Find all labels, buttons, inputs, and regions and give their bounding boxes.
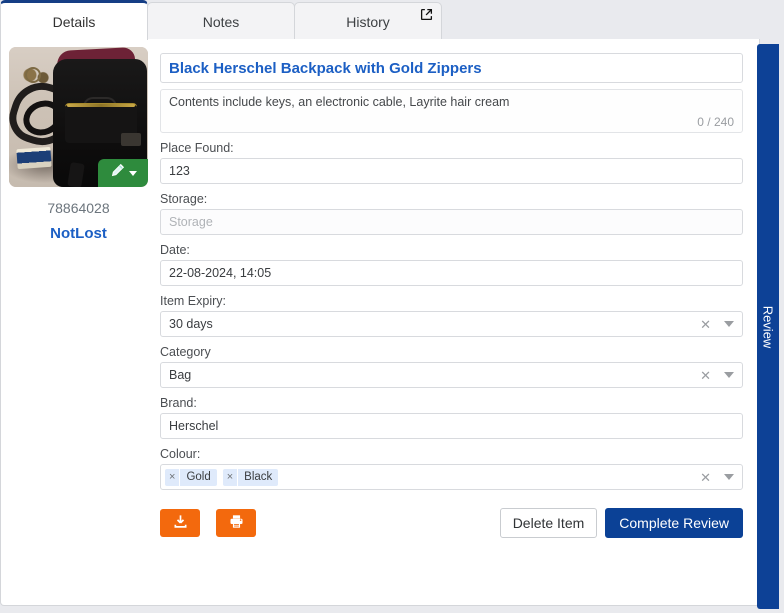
- chevron-down-icon[interactable]: [128, 170, 137, 176]
- storage-placeholder: Storage: [169, 215, 213, 229]
- backpack-zipper: [67, 104, 135, 107]
- item-description-text: Contents include keys, an electronic cab…: [169, 95, 510, 109]
- item-expiry-controls: ✕: [700, 318, 734, 331]
- item-id: 78864028: [47, 200, 110, 216]
- pencil-icon: [110, 163, 125, 183]
- storage-input[interactable]: Storage: [160, 209, 743, 235]
- key-ring-object: [25, 67, 41, 83]
- brand-label: Brand:: [160, 396, 197, 410]
- place-found-input[interactable]: 123: [160, 158, 743, 184]
- chevron-down-icon[interactable]: [724, 321, 734, 327]
- date-label: Date:: [160, 243, 190, 257]
- item-title-input[interactable]: [160, 53, 743, 83]
- tab-notes-label: Notes: [202, 13, 240, 30]
- tab-details-label: Details: [52, 13, 96, 30]
- complete-review-button[interactable]: Complete Review: [605, 508, 743, 538]
- hair-cream-tin-object: [16, 146, 52, 170]
- clear-icon[interactable]: ✕: [700, 471, 711, 484]
- date-value: 22-08-2024, 14:05: [169, 266, 272, 280]
- category-select[interactable]: Bag ✕: [160, 362, 743, 388]
- date-input[interactable]: 22-08-2024, 14:05: [160, 260, 743, 286]
- item-details-page: Details Notes History 78864028 NotLost B…: [0, 0, 784, 613]
- chevron-down-icon[interactable]: [724, 474, 734, 480]
- clear-icon[interactable]: ✕: [700, 318, 711, 331]
- place-found-label: Place Found:: [160, 141, 234, 155]
- brand-value: Herschel: [169, 419, 219, 433]
- download-button[interactable]: [160, 509, 200, 537]
- item-expiry-select[interactable]: 30 days ✕: [160, 311, 743, 337]
- category-value: Bag: [169, 368, 192, 382]
- status-badge: NotLost: [50, 225, 107, 242]
- category-label: Category: [160, 345, 211, 359]
- description-char-counter: 0 / 240: [697, 115, 734, 129]
- form-actions: Delete Item Complete Review: [160, 508, 743, 538]
- edit-photo-button[interactable]: [98, 159, 148, 187]
- item-description-box[interactable]: Contents include keys, an electronic cab…: [160, 89, 743, 133]
- chip-remove-icon[interactable]: ×: [223, 468, 239, 486]
- colour-multiselect[interactable]: × Gold × Black ✕: [160, 464, 743, 490]
- chevron-down-icon[interactable]: [724, 372, 734, 378]
- download-icon: [173, 514, 188, 532]
- tab-bar: Details Notes History: [0, 0, 760, 40]
- backpack-brand-tag: [121, 133, 141, 146]
- colour-chip[interactable]: × Black: [222, 468, 279, 486]
- storage-label: Storage:: [160, 192, 208, 206]
- colour-chip-label: Gold: [186, 471, 211, 483]
- colour-chip-list: × Gold × Black: [165, 468, 700, 486]
- tab-history[interactable]: History: [294, 2, 442, 40]
- external-link-icon[interactable]: [420, 8, 433, 21]
- print-icon: [229, 514, 244, 532]
- review-side-tab[interactable]: Review: [757, 44, 779, 609]
- details-card: 78864028 NotLost Contents include keys, …: [0, 39, 760, 606]
- place-found-value: 123: [169, 164, 190, 178]
- delete-item-button[interactable]: Delete Item: [499, 508, 598, 538]
- primary-actions: Delete Item Complete Review: [499, 508, 743, 538]
- item-photo[interactable]: [9, 47, 148, 187]
- tab-notes[interactable]: Notes: [147, 2, 295, 40]
- item-form: Contents include keys, an electronic cab…: [156, 39, 759, 605]
- category-controls: ✕: [700, 369, 734, 382]
- print-button[interactable]: [216, 509, 256, 537]
- colour-chip-label: Black: [244, 471, 273, 483]
- tab-details[interactable]: Details: [0, 0, 148, 40]
- chip-remove-icon[interactable]: ×: [165, 468, 181, 486]
- brand-input[interactable]: Herschel: [160, 413, 743, 439]
- clear-icon[interactable]: ✕: [700, 369, 711, 382]
- colour-label: Colour:: [160, 447, 201, 461]
- tab-history-label: History: [346, 13, 390, 30]
- item-expiry-value: 30 days: [169, 317, 213, 331]
- item-expiry-label: Item Expiry:: [160, 294, 226, 308]
- review-side-tab-label: Review: [760, 305, 776, 348]
- colour-controls: ✕: [700, 471, 734, 484]
- item-summary-panel: 78864028 NotLost: [1, 39, 156, 605]
- colour-chip[interactable]: × Gold: [165, 468, 217, 486]
